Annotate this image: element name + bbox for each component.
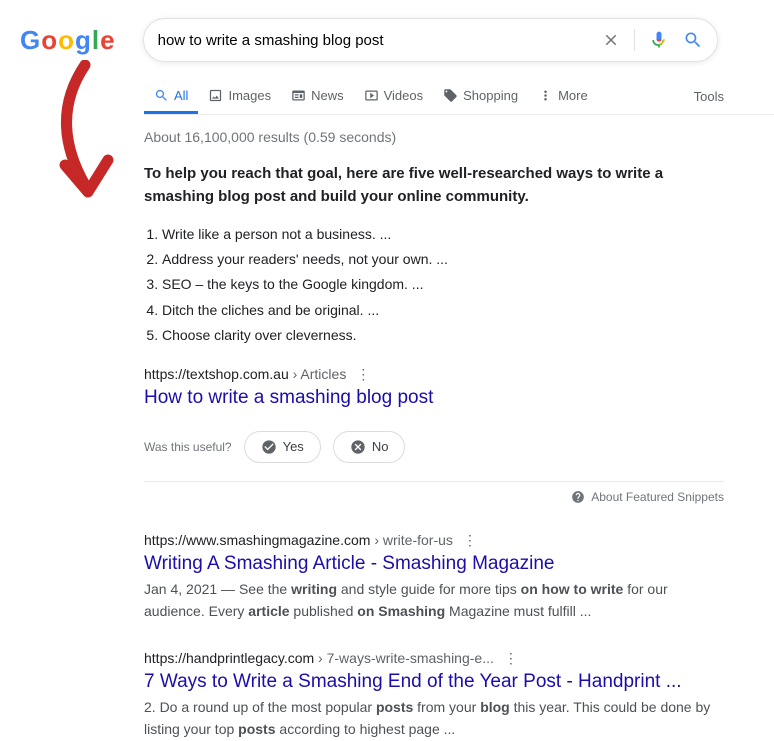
tab-shopping[interactable]: Shopping <box>433 78 528 114</box>
tab-images[interactable]: Images <box>198 78 281 114</box>
tab-news[interactable]: News <box>281 78 354 114</box>
feedback-no-button[interactable]: No <box>333 431 406 463</box>
result-title-link[interactable]: Writing A Smashing Article - Smashing Ma… <box>144 553 724 575</box>
more-icon[interactable]: ⋮ <box>463 532 477 548</box>
tab-videos[interactable]: Videos <box>354 78 434 114</box>
search-icon[interactable] <box>683 30 703 50</box>
search-input[interactable] <box>158 32 602 49</box>
annotation-arrow-icon <box>30 60 140 210</box>
list-item: Ditch the cliches and be original. ... <box>162 298 724 323</box>
search-tabs: All Images News Videos Shopping More Too… <box>144 78 774 115</box>
mic-icon[interactable] <box>649 30 669 50</box>
tab-all[interactable]: All <box>144 78 198 114</box>
feedback-prompt: Was this useful? <box>144 440 232 454</box>
result-url[interactable]: https://www.smashingmagazine.com › write… <box>144 532 724 549</box>
result-description: Jan 4, 2021 — See the writing and style … <box>144 579 724 622</box>
snippet-url[interactable]: https://textshop.com.au › Articles⋮ <box>144 366 724 383</box>
list-item: Choose clarity over cleverness. <box>162 323 724 348</box>
google-logo[interactable]: Google <box>20 25 115 56</box>
result-description: 2. Do a round up of the most popular pos… <box>144 697 724 740</box>
featured-snippet: To help you reach that goal, here are fi… <box>144 163 724 409</box>
snippet-intro: To help you reach that goal, here are fi… <box>144 163 724 208</box>
more-icon[interactable]: ⋮ <box>356 366 370 382</box>
result-title-link[interactable]: 7 Ways to Write a Smashing End of the Ye… <box>144 671 724 693</box>
feedback-yes-button[interactable]: Yes <box>244 431 321 463</box>
clear-icon[interactable] <box>602 31 620 49</box>
search-bar[interactable] <box>143 18 718 62</box>
more-icon[interactable]: ⋮ <box>504 650 518 666</box>
result-url[interactable]: https://handprintlegacy.com › 7-ways-wri… <box>144 650 724 667</box>
about-featured-snippets[interactable]: About Featured Snippets <box>144 481 724 504</box>
snippet-list: Write like a person not a business. ... … <box>162 222 724 348</box>
tools-button[interactable]: Tools <box>684 79 734 114</box>
list-item: SEO – the keys to the Google kingdom. ..… <box>162 272 724 297</box>
tab-more[interactable]: More <box>528 78 598 114</box>
snippet-title-link[interactable]: How to write a smashing blog post <box>144 387 724 409</box>
list-item: Write like a person not a business. ... <box>162 222 724 247</box>
list-item: Address your readers' needs, not your ow… <box>162 247 724 272</box>
divider <box>634 29 635 51</box>
result-stats: About 16,100,000 results (0.59 seconds) <box>144 129 724 145</box>
search-result: https://www.smashingmagazine.com › write… <box>144 532 724 622</box>
search-result: https://handprintlegacy.com › 7-ways-wri… <box>144 650 724 740</box>
